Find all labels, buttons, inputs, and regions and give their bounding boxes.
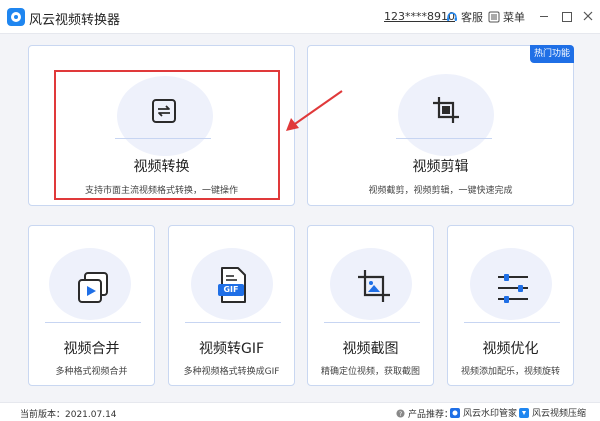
sliders-icon [498, 274, 528, 303]
decorative-underline [185, 322, 281, 323]
crop-icon [433, 97, 459, 123]
decorative-underline [324, 322, 420, 323]
minimize-button[interactable] [536, 8, 552, 24]
gif-icon-text: GIF [223, 285, 239, 294]
title-bar: 风云视频转换器 123****8910 客服 菜单 [0, 0, 600, 34]
app-logo-icon [7, 8, 25, 26]
card-title: 视频转GIF [198, 341, 265, 357]
feature-card-merge[interactable]: 视频合并 多种格式视频合并 [28, 225, 155, 386]
card-desc: 视频截剪，视频剪辑，一键快速完成 [368, 186, 513, 196]
recommend-label: 产品推荐： [408, 410, 454, 420]
feature-card-screenshot[interactable]: 视频截图 精确定位视频，获取截图 [307, 225, 434, 386]
card-desc: 多种视频格式转换成GIF [183, 367, 280, 377]
decorative-underline [464, 322, 560, 323]
screenshot-icon [358, 270, 390, 302]
headset-icon [447, 12, 457, 21]
user-account-link[interactable]: 123****8910 [384, 10, 455, 23]
compress-app-icon [519, 407, 529, 418]
highlight-box [54, 70, 280, 200]
recommend-watermark-label: 风云水印管家 [463, 409, 518, 419]
help-circle-icon: ? [396, 409, 405, 418]
status-bar: 当前版本：2021.07.14 ? 产品推荐： 风云水印管家 风云视频压缩 [0, 402, 600, 421]
card-title: 视频合并 [63, 341, 120, 357]
maximize-button[interactable] [558, 8, 574, 24]
feature-card-edit[interactable]: 热门功能 视频剪辑 视频截剪，视频剪辑，一键快速完成 [307, 45, 574, 206]
recommend-watermark-link[interactable]: 风云水印管家 [450, 406, 517, 419]
annotation-arrow [286, 90, 343, 131]
menu-label: 菜单 [503, 11, 525, 24]
service-label: 客服 [461, 11, 483, 24]
close-button[interactable] [580, 8, 596, 24]
menu-button[interactable]: 菜单 [488, 9, 525, 25]
product-recommend: ? 产品推荐： [396, 407, 453, 420]
card-title: 视频优化 [482, 341, 539, 357]
menu-icon [488, 11, 500, 23]
feature-card-gif[interactable]: GIF 视频转GIF 多种视频格式转换成GIF [168, 225, 295, 386]
merge-icon [78, 272, 108, 303]
hot-feature-badge: 热门功能 [530, 45, 574, 63]
watermark-app-icon [450, 407, 460, 418]
decorative-underline [396, 138, 492, 139]
close-icon [583, 11, 593, 21]
card-title: 视频剪辑 [412, 159, 469, 175]
app-title: 风云视频转换器 [29, 13, 121, 28]
card-desc: 多种格式视频合并 [55, 367, 128, 377]
card-title: 视频截图 [342, 341, 399, 357]
svg-text:?: ? [399, 411, 402, 418]
customer-service-button[interactable]: 客服 [446, 9, 483, 25]
card-desc: 精确定位视频，获取截图 [320, 367, 420, 377]
recommend-compress-link[interactable]: 风云视频压缩 [519, 406, 586, 419]
recommend-compress-label: 风云视频压缩 [532, 409, 587, 419]
feature-card-optimize[interactable]: 视频优化 视频添加配乐，视频旋转 [447, 225, 574, 386]
card-desc: 视频添加配乐，视频旋转 [460, 367, 560, 377]
version-text: 当前版本：2021.07.14 [20, 410, 117, 420]
decorative-underline [45, 322, 141, 323]
